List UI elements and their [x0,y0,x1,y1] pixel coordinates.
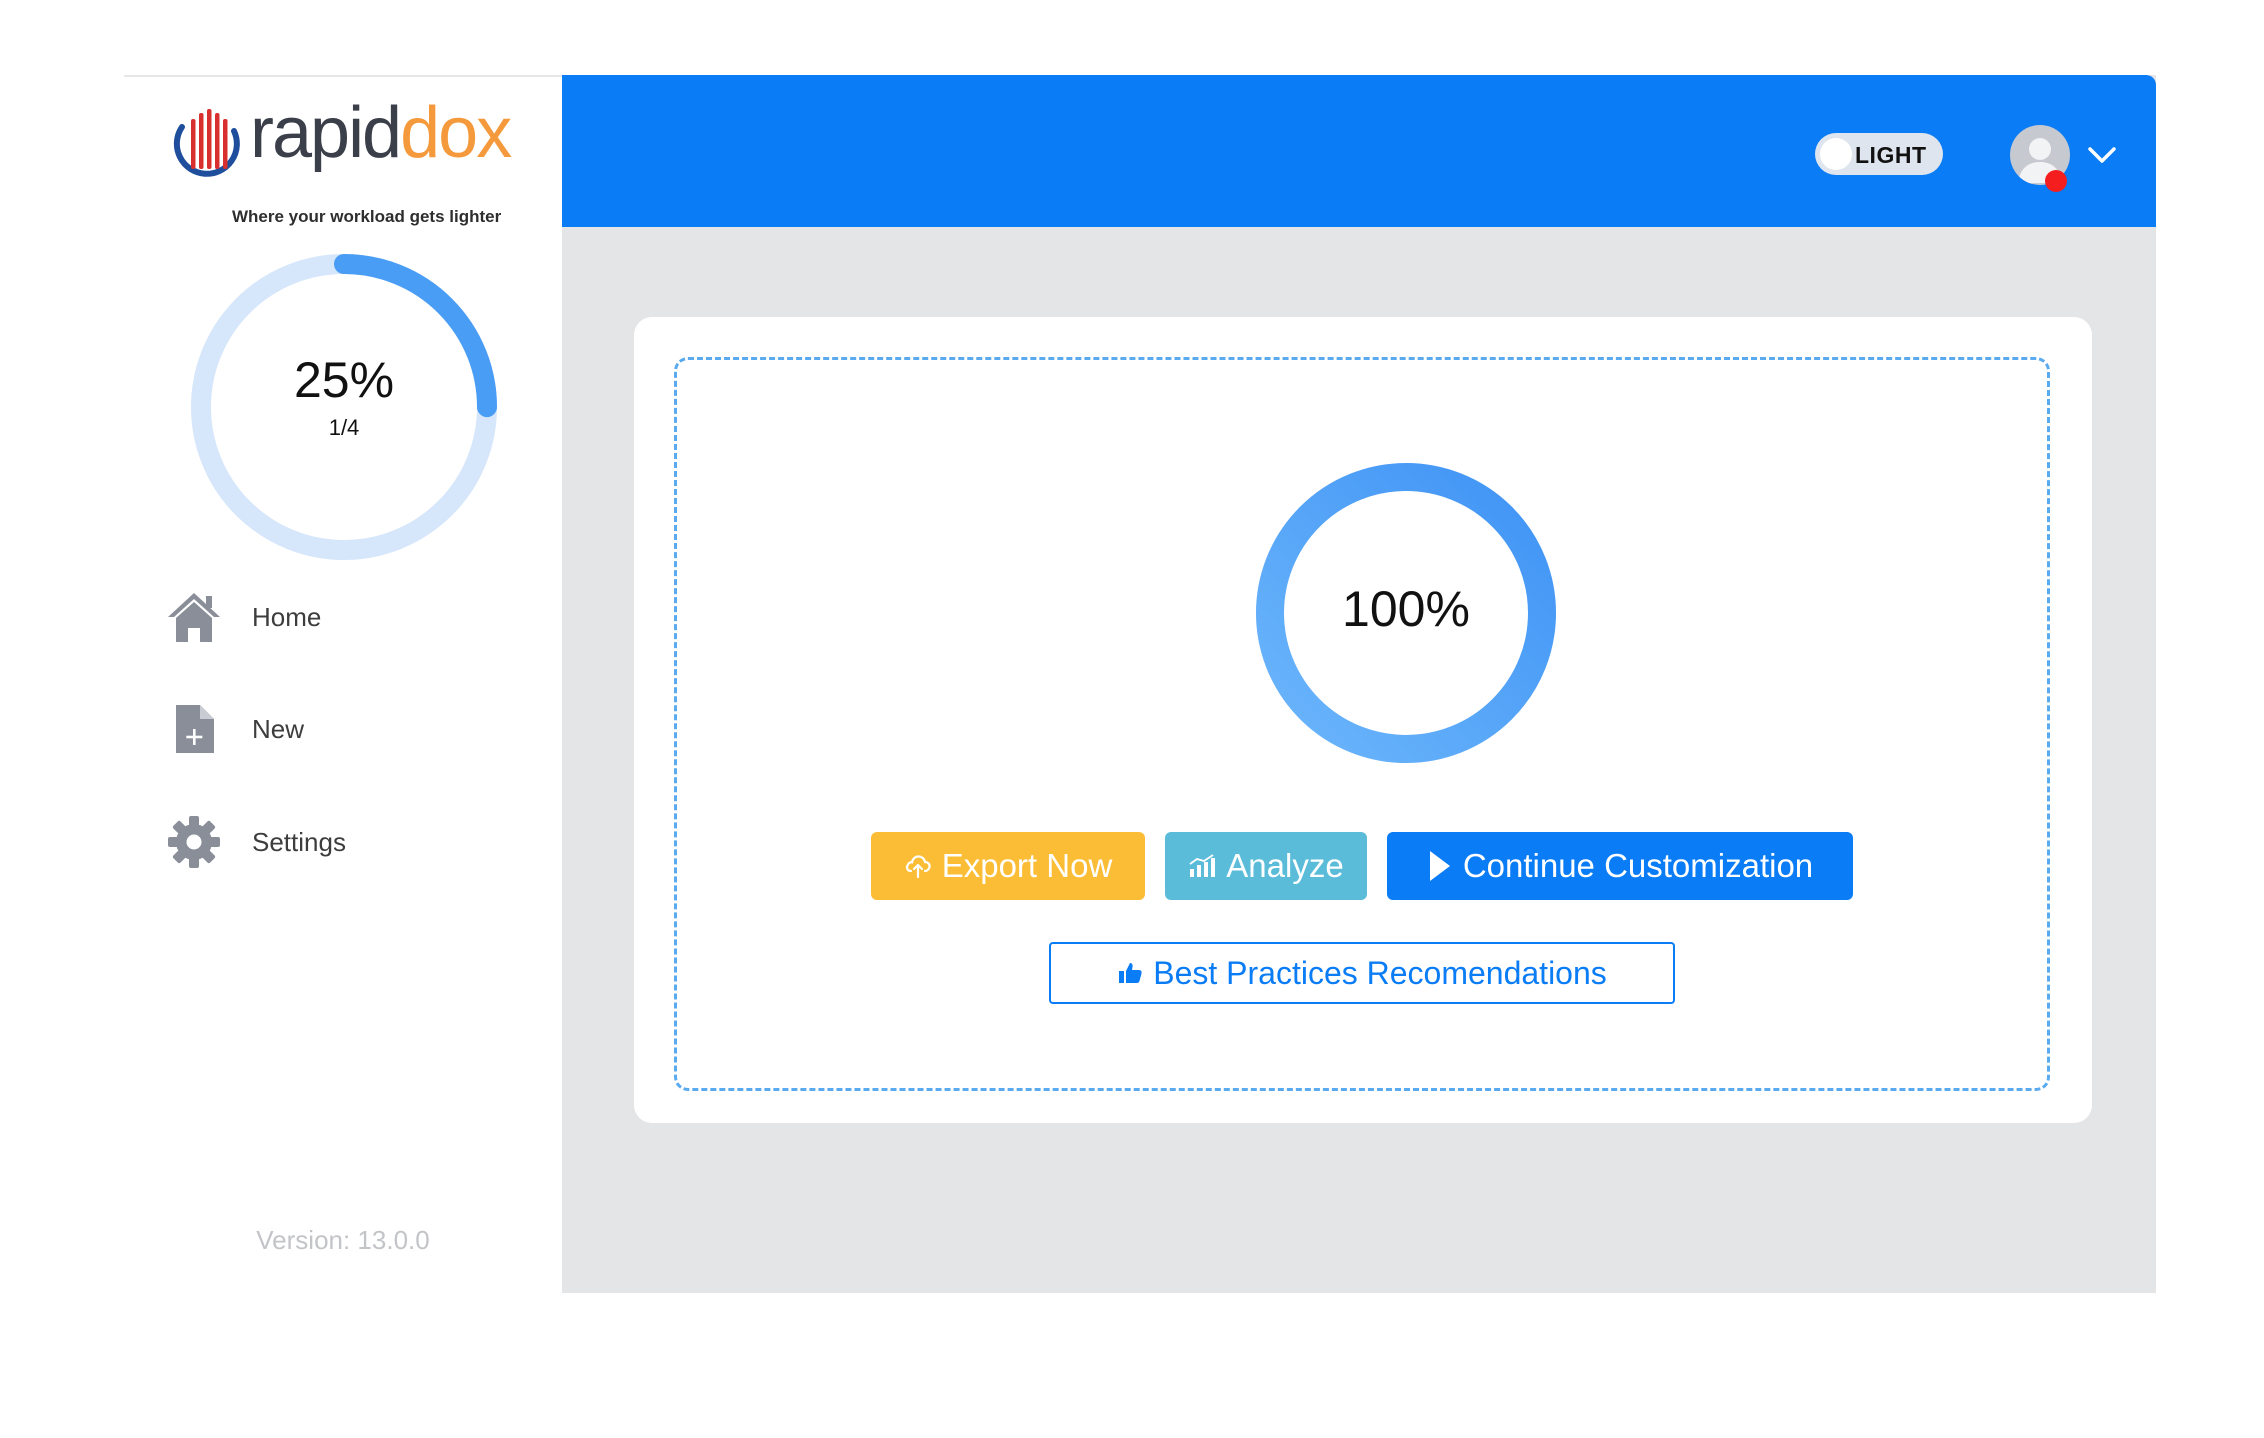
analyze-label: Analyze [1226,847,1344,884]
overall-progress-ring: 25% 1/4 [184,247,504,567]
home-icon [166,589,222,645]
theme-toggle[interactable]: LIGHT [1815,133,1943,175]
best-practices-button[interactable]: Best Practices Recomendations [1049,942,1675,1004]
best-practices-label: Best Practices Recomendations [1153,954,1607,991]
completion-percent: 100% [1342,581,1470,637]
cloud-upload-icon [904,852,932,880]
sidebar-item-new[interactable]: New [166,697,506,761]
sidebar: rapiddox Where your workload gets lighte… [124,75,562,1293]
progress-percent: 25% [293,352,395,408]
continue-customization-label: Continue Customization [1462,847,1814,884]
brand-tagline: Where your workload gets lighter [232,207,502,226]
bar-chart-icon [1188,853,1216,879]
sidebar-item-home[interactable]: Home [166,585,506,649]
version-label: Version: 13.0.0 [256,1225,430,1255]
toggle-knob [1820,138,1852,170]
chevron-down-icon[interactable] [2086,141,2118,169]
sidebar-item-label: New [252,713,305,744]
user-status-dot [2045,170,2067,192]
sidebar-item-settings[interactable]: Settings [166,810,506,874]
thumbs-up-icon [1117,961,1143,985]
app-window: rapiddox Where your workload gets lighte… [124,75,2156,1293]
logo-mark-icon [173,109,240,177]
completion-progress-ring: 100% [1253,460,1559,766]
brand-logo[interactable]: rapiddox Where your workload gets lighte… [172,97,512,226]
new-document-icon [166,701,222,757]
export-now-button[interactable]: Export Now [871,832,1145,900]
analyze-button[interactable]: Analyze [1165,832,1367,900]
sidebar-item-label: Settings [252,826,346,857]
progress-fraction: 1/4 [328,415,360,440]
brand-wordmark: rapiddox [250,97,512,169]
play-icon [1427,849,1453,883]
gear-icon [166,814,222,870]
continue-customization-button[interactable]: Continue Customization [1387,832,1853,900]
brand-name-dox: dox [400,93,512,173]
export-now-label: Export Now [941,847,1113,884]
top-bar: LIGHT [562,75,2156,227]
sidebar-item-label: Home [252,601,322,632]
theme-toggle-label: LIGHT [1855,142,1927,168]
results-card: 100% Export Now Analyze Continue Customi… [634,317,2092,1123]
results-panel: 100% Export Now Analyze Continue Customi… [674,357,2050,1091]
main-content: LIGHT 100% Export Now Analyze Continue C… [562,75,2156,1293]
brand-name-rapid: rapid [250,93,402,173]
